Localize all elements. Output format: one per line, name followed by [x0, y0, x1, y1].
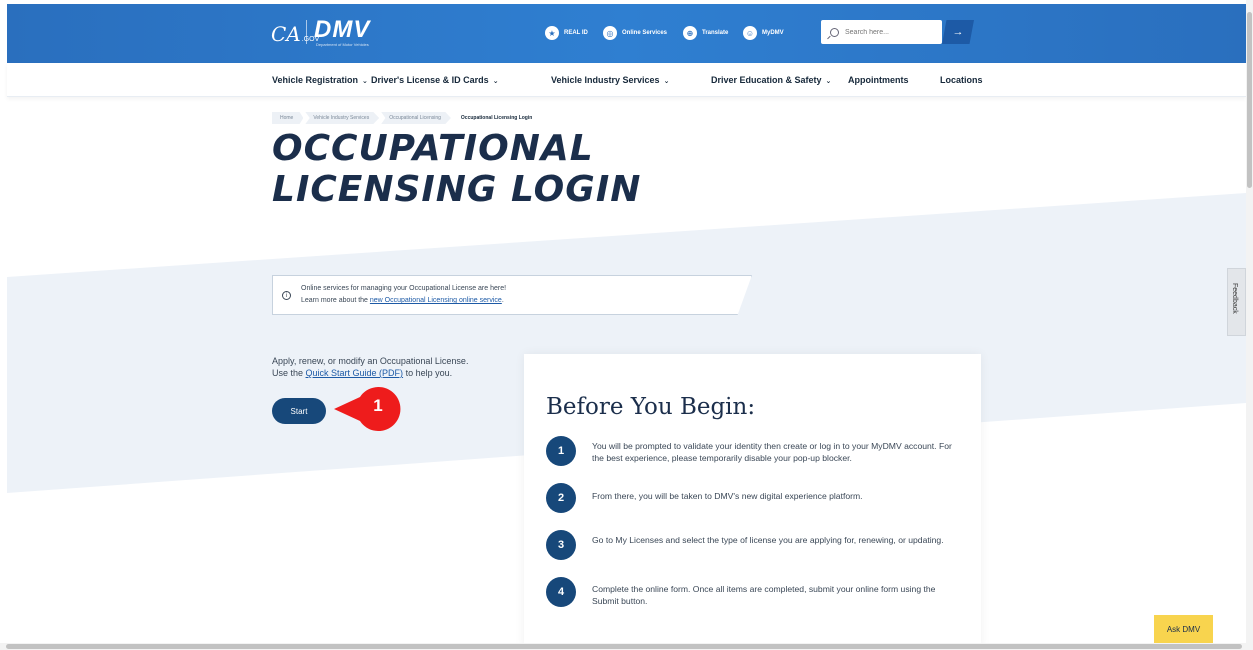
search-box	[821, 20, 942, 44]
translate-label: Translate	[702, 30, 729, 36]
before-you-begin-title: Before You Begin:	[546, 394, 756, 420]
occupational-licensing-online-service-link[interactable]: new Occupational Licensing online servic…	[370, 297, 502, 304]
chevron-down-icon: ⌄	[362, 78, 368, 85]
nav-vehicle-registration[interactable]: Vehicle Registration ⌄	[272, 75, 368, 85]
nav-locations[interactable]: Locations	[940, 75, 983, 85]
nav-label: Driver Education & Safety	[711, 75, 822, 85]
page-title-line-2: LICENSING LOGIN	[272, 169, 642, 210]
logo-divider	[306, 20, 307, 44]
nav-driver-education[interactable]: Driver Education & Safety ⌄	[711, 75, 831, 85]
chevron-down-icon: ⌄	[825, 78, 832, 85]
vertical-scrollbar-thumb[interactable]	[1247, 12, 1252, 188]
info-banner: i Online services for managing your Occu…	[272, 275, 752, 315]
nav-label: Driver's License & ID Cards	[371, 75, 489, 85]
ca-gov-logo[interactable]: CA.GOV	[271, 22, 319, 46]
apply-text: Apply, renew, or modify an Occupational …	[272, 355, 468, 379]
start-button[interactable]: Start	[272, 398, 326, 424]
breadcrumb-vehicle-industry-services[interactable]: Vehicle Industry Services	[305, 112, 380, 124]
breadcrumb-occupational-licensing[interactable]: Occupational Licensing	[381, 112, 451, 124]
step-number: 3	[546, 530, 576, 560]
step-text: You will be prompted to validate your id…	[592, 441, 952, 463]
dmv-logo-subtitle: Department of Motor Vehicles	[316, 42, 369, 47]
page: CA.GOV DMV Department of Motor Vehicles …	[0, 0, 1253, 650]
nav-appointments[interactable]: Appointments	[848, 75, 909, 85]
real-id-label: REAL ID	[564, 30, 588, 36]
main-nav: Vehicle Registration ⌄ Driver's License &…	[7, 63, 1246, 97]
step-number: 1	[546, 436, 576, 466]
feedback-label: Feedback	[1231, 283, 1238, 314]
search-input[interactable]	[845, 28, 935, 36]
online-services-label: Online Services	[622, 30, 668, 36]
apply-line-2: Use the Quick Start Guide (PDF) to help …	[272, 367, 468, 379]
page-title-line-1: OCCUPATIONAL	[272, 128, 594, 169]
apply-prefix: Use the	[272, 368, 306, 378]
info-icon: i	[282, 291, 291, 300]
step-text: From there, you will be taken to DMV's n…	[592, 491, 863, 501]
mydmv-link[interactable]: ☺ MyDMV	[743, 26, 784, 40]
translate-icon: ⊕	[683, 26, 697, 40]
user-icon: ☺	[743, 26, 757, 40]
apply-line-1: Apply, renew, or modify an Occupational …	[272, 356, 469, 366]
step-text: Go to My Licenses and select the type of…	[592, 535, 944, 545]
info-banner-line-1: Online services for managing your Occupa…	[301, 285, 507, 292]
star-icon: ★	[545, 26, 559, 40]
info-banner-prefix: Learn more about the	[301, 297, 370, 304]
chevron-down-icon: ⌄	[492, 78, 499, 85]
step-number: 2	[546, 483, 576, 513]
horizontal-scrollbar-thumb[interactable]	[6, 644, 1242, 649]
step-number: 4	[546, 577, 576, 607]
apply-suffix: to help you.	[403, 368, 453, 378]
quick-start-guide-link[interactable]: Quick Start Guide (PDF)	[306, 368, 404, 378]
mydmv-label: MyDMV	[762, 30, 784, 36]
nav-label: Vehicle Registration	[272, 75, 359, 85]
nav-label: Appointments	[848, 75, 909, 85]
feedback-tab[interactable]: Feedback	[1227, 268, 1246, 336]
nav-label: Locations	[940, 75, 983, 85]
annotation-marker-label: 1	[373, 396, 383, 415]
globe-icon: ◎	[603, 26, 617, 40]
nav-drivers-license[interactable]: Driver's License & ID Cards ⌄	[371, 75, 499, 85]
translate-link[interactable]: ⊕ Translate	[683, 26, 728, 40]
real-id-link[interactable]: ★ REAL ID	[545, 26, 588, 40]
breadcrumb-home[interactable]: Home	[272, 112, 304, 124]
breadcrumb-current: Occupational Licensing Login	[460, 115, 533, 121]
online-services-link[interactable]: ◎ Online Services	[603, 26, 667, 40]
info-banner-line-2: Learn more about the new Occupational Li…	[301, 297, 504, 304]
search-submit-button[interactable]: →	[942, 20, 974, 44]
ca-logo-text: CA	[271, 22, 301, 46]
nav-vehicle-industry-services[interactable]: Vehicle Industry Services ⌄	[551, 75, 669, 85]
search-icon	[830, 27, 839, 37]
nav-label: Vehicle Industry Services	[551, 75, 660, 85]
breadcrumb: Home Vehicle Industry Services Occupatio…	[272, 112, 544, 124]
ask-dmv-button[interactable]: Ask DMV	[1154, 615, 1213, 643]
info-banner-suffix: .	[501, 297, 504, 304]
before-you-begin-card: Before You Begin: 1 You will be prompted…	[524, 354, 981, 650]
chevron-down-icon: ⌄	[663, 78, 670, 85]
step-text: Complete the online form. Once all items…	[592, 584, 936, 606]
page-title: OCCUPATIONAL LICENSING LOGIN	[272, 128, 641, 210]
dmv-logo[interactable]: DMV	[314, 16, 370, 44]
